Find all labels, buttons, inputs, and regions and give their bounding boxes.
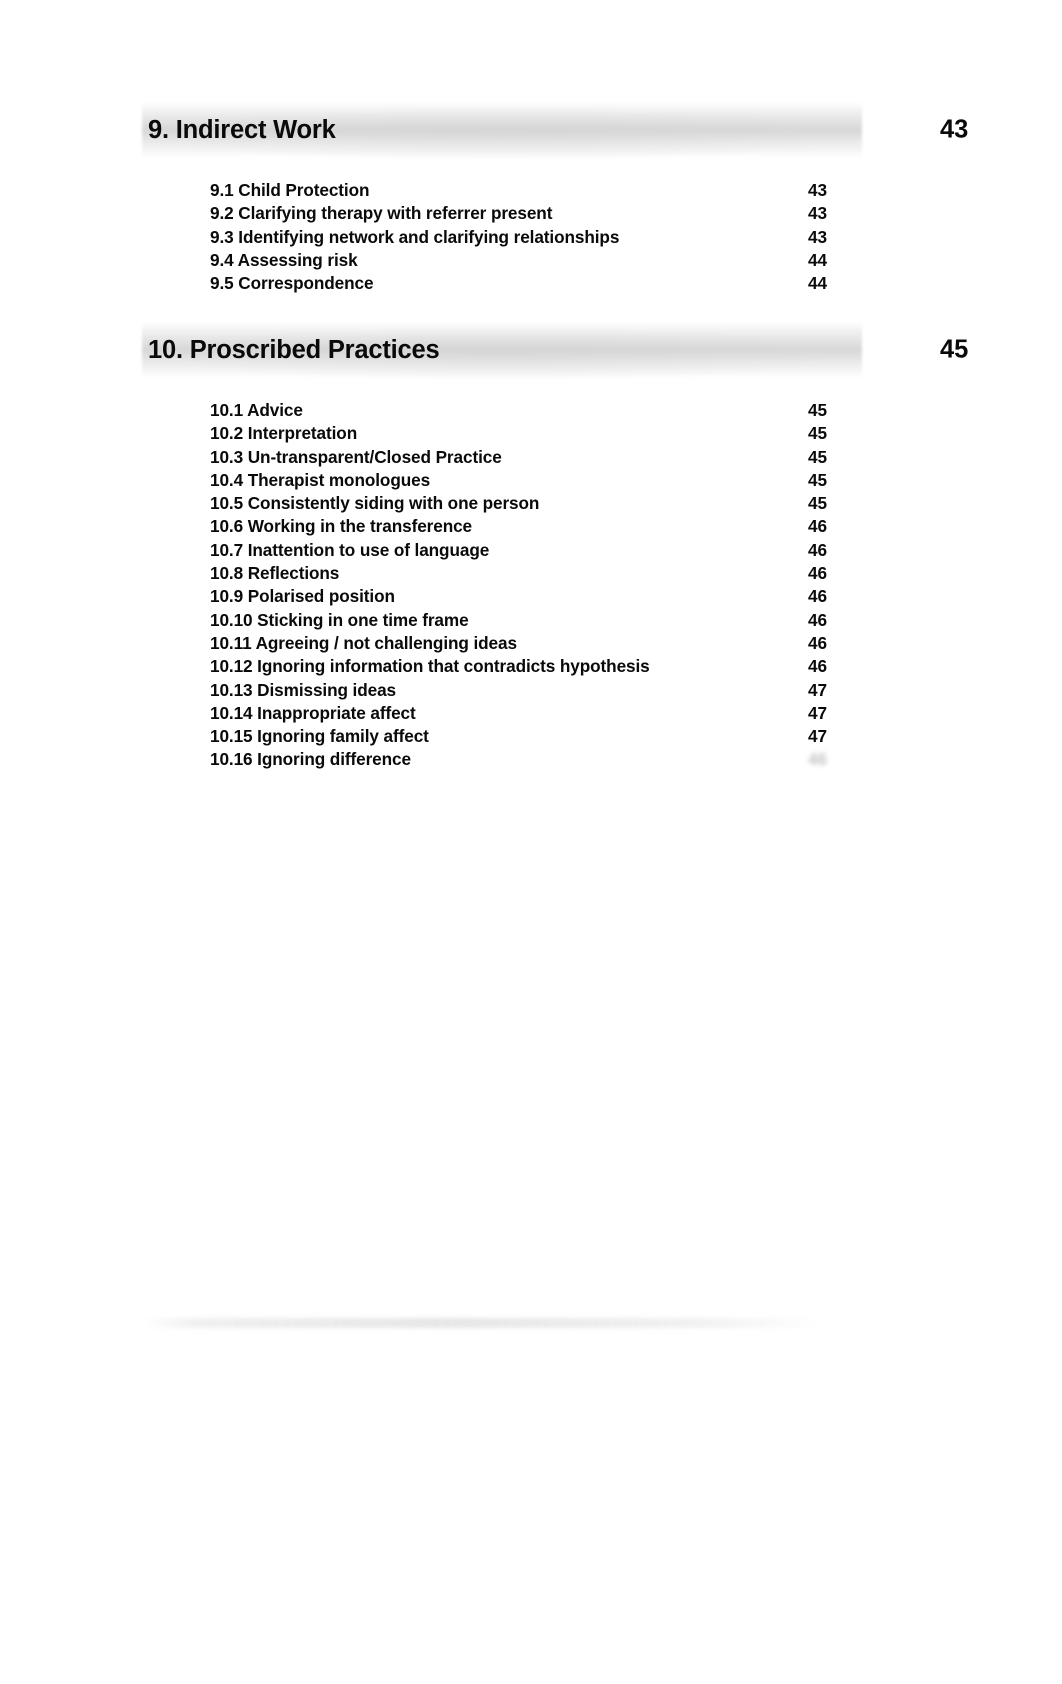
toc-item-page: 45: [808, 469, 828, 490]
toc-item-label: 9.5 Correspondence: [210, 273, 374, 294]
toc-item-label: 10.11 Agreeing / not challenging ideas: [210, 632, 517, 653]
toc-item-page: 46: [808, 516, 828, 537]
toc-item[interactable]: 9.5 Correspondence 44: [0, 273, 1062, 296]
toc-item-page: 45: [808, 423, 828, 444]
toc-item-label: 10.2 Interpretation: [210, 423, 358, 444]
section-page-number: 43: [940, 115, 969, 144]
toc-item[interactable]: 9.3 Identifying network and clarifying r…: [0, 227, 1062, 250]
document-page: 9. Indirect Work 43 9.1 Child Protection…: [0, 0, 1062, 1684]
toc-item-page: 45: [808, 493, 828, 514]
toc-item-page: 46: [808, 609, 828, 630]
section-page-number: 45: [940, 335, 969, 364]
toc-item[interactable]: 9.4 Assessing risk 44: [0, 250, 1062, 273]
toc-item[interactable]: 10.8 Reflections 46: [0, 563, 1062, 586]
toc-section-9: 9. Indirect Work 43 9.1 Child Protection…: [0, 96, 1062, 296]
toc-item-page: 47: [808, 679, 828, 700]
toc-item-label: 9.4 Assessing risk: [210, 249, 358, 270]
toc-item-label: 10.15 Ignoring family affect: [210, 726, 429, 747]
toc-section-10: 10. Proscribed Practices 45 10.1 Advice …: [0, 316, 1062, 773]
toc-item-page: 43: [808, 180, 828, 200]
toc-item[interactable]: 10.9 Polarised position 46: [0, 586, 1062, 609]
toc-item[interactable]: 10.14 Inappropriate affect 47: [0, 703, 1062, 726]
toc-item-page: 45: [808, 400, 828, 420]
section-header-9[interactable]: 9. Indirect Work 43: [0, 96, 1062, 166]
toc-item-page: 46: [808, 656, 828, 677]
toc-item-label: 10.1 Advice: [210, 400, 303, 420]
toc-item-page: 47: [808, 726, 828, 747]
toc-item-label: 10.6 Working in the transference: [210, 516, 473, 537]
toc-item-page: 46: [808, 539, 828, 560]
section-10-items: 10.1 Advice 45 10.2 Interpretation 45 10…: [0, 400, 1062, 773]
toc-item-page: 45: [808, 446, 828, 467]
toc-item-label: 10.8 Reflections: [210, 563, 340, 584]
toc-item[interactable]: 10.4 Therapist monologues 45: [0, 470, 1062, 493]
toc-item[interactable]: 10.6 Working in the transference 46: [0, 516, 1062, 539]
section-title: 10. Proscribed Practices: [148, 335, 440, 364]
toc-item-label: 9.1 Child Protection: [210, 180, 370, 200]
toc-item-label: 10.12 Ignoring information that contradi…: [210, 656, 650, 677]
toc-item-page: 46: [808, 632, 828, 653]
toc-item[interactable]: 10.1 Advice 45: [0, 400, 1062, 423]
toc-item-label: 10.5 Consistently siding with one person: [210, 493, 540, 514]
scan-artifact-smudge: [142, 1318, 820, 1328]
section-9-items: 9.1 Child Protection 43 9.2 Clarifying t…: [0, 180, 1062, 296]
toc-item[interactable]: 10.2 Interpretation 45: [0, 423, 1062, 446]
toc-item-page-illegible: 46: [808, 749, 828, 770]
toc-item-page: 46: [808, 563, 828, 584]
toc-item-page: 44: [808, 249, 828, 270]
toc-item-label: 10.16 Ignoring difference: [210, 749, 411, 770]
toc-item[interactable]: 10.11 Agreeing / not challenging ideas 4…: [0, 633, 1062, 656]
toc-item[interactable]: 9.2 Clarifying therapy with referrer pre…: [0, 203, 1062, 226]
toc-item[interactable]: 9.1 Child Protection 43: [0, 180, 1062, 203]
toc-item[interactable]: 10.13 Dismissing ideas 47: [0, 680, 1062, 703]
toc-item-page: 46: [808, 586, 828, 607]
toc-item-label: 9.2 Clarifying therapy with referrer pre…: [210, 203, 553, 224]
section-title: 9. Indirect Work: [148, 115, 336, 144]
toc-item-page: 43: [808, 226, 828, 247]
toc-item[interactable]: 10.7 Inattention to use of language 46: [0, 540, 1062, 563]
toc-item[interactable]: 10.15 Ignoring family affect 47: [0, 726, 1062, 749]
toc-item-label: 10.13 Dismissing ideas: [210, 679, 397, 700]
toc-item-label: 10.10 Sticking in one time frame: [210, 609, 469, 630]
toc-item[interactable]: 10.5 Consistently siding with one person…: [0, 493, 1062, 516]
toc-item-label: 10.14 Inappropriate affect: [210, 702, 416, 723]
section-header-10[interactable]: 10. Proscribed Practices 45: [0, 316, 1062, 386]
toc-item-page: 43: [808, 203, 828, 224]
toc-item-label: 10.3 Un-transparent/Closed Practice: [210, 446, 502, 467]
toc-item-label: 9.3 Identifying network and clarifying r…: [210, 226, 620, 247]
toc-item-page: 47: [808, 702, 828, 723]
toc-item[interactable]: 10.10 Sticking in one time frame 46: [0, 610, 1062, 633]
toc-item[interactable]: 10.3 Un-transparent/Closed Practice 45: [0, 447, 1062, 470]
toc-item[interactable]: 10.12 Ignoring information that contradi…: [0, 656, 1062, 679]
toc-item-label: 10.7 Inattention to use of language: [210, 539, 490, 560]
toc-item-label: 10.4 Therapist monologues: [210, 469, 431, 490]
toc-item-label: 10.9 Polarised position: [210, 586, 395, 607]
toc-item-page: 44: [808, 273, 828, 294]
toc-item[interactable]: 10.16 Ignoring difference 46: [0, 749, 1062, 772]
